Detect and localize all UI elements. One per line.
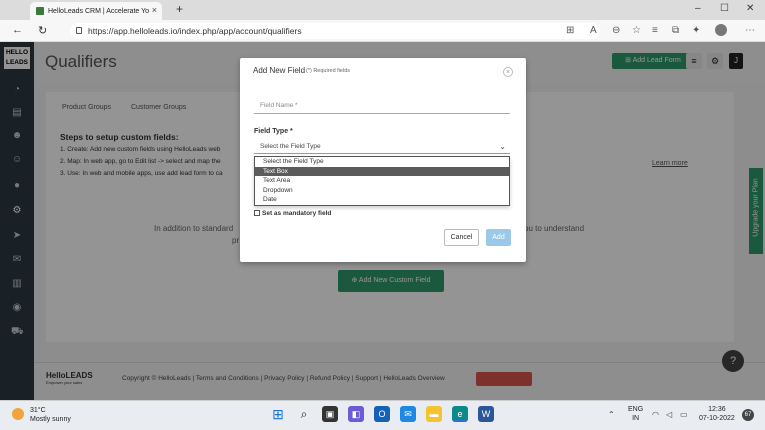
extensions-icon[interactable]: ✦ — [692, 25, 700, 36]
profile-avatar[interactable] — [715, 24, 727, 36]
lang-code: ENG — [628, 406, 644, 413]
cancel-button[interactable]: Cancel — [444, 229, 479, 246]
url-field[interactable]: https://app.helloleads.io/index.php/app/… — [70, 23, 600, 39]
mandatory-checkbox-row[interactable]: Set as mandatory field — [254, 210, 331, 217]
start-icon[interactable]: ⊞ — [270, 406, 286, 422]
close-icon[interactable]: × — [503, 67, 513, 77]
sun-icon — [12, 408, 24, 420]
word-icon[interactable]: W — [478, 406, 494, 422]
battery-icon[interactable]: ▭ — [680, 410, 688, 419]
favicon-icon — [36, 7, 44, 15]
field-type-select[interactable]: Select the Field Type ⌄ — [254, 140, 510, 154]
notification-badge[interactable]: 67 — [742, 409, 754, 421]
url-text: https://app.helloleads.io/index.php/app/… — [88, 26, 302, 36]
zoom-icon[interactable]: ⊖ — [612, 25, 620, 36]
option-date[interactable]: Date — [255, 195, 509, 205]
language-indicator[interactable]: ENG IN — [628, 405, 643, 423]
option-text-area[interactable]: Text Area — [255, 176, 509, 186]
more-menu-icon[interactable]: ⋯ — [745, 25, 755, 36]
required-note: (*) Required fields — [306, 68, 351, 74]
wifi-icon[interactable]: ◠ — [652, 410, 659, 419]
back-icon[interactable]: ← — [12, 24, 23, 36]
add-button[interactable]: Add — [486, 229, 511, 246]
clock-date: 07-10-2022 — [699, 415, 735, 422]
chevron-down-icon: ⌄ — [499, 142, 506, 151]
option-placeholder[interactable]: Select the Field Type — [255, 157, 509, 167]
weather-temp: 31°C — [30, 407, 46, 414]
option-text-box[interactable]: Text Box — [255, 166, 509, 176]
close-window-icon[interactable]: ✕ — [746, 3, 754, 14]
teams-icon[interactable]: ◧ — [348, 406, 364, 422]
field-type-label: Field Type * — [254, 128, 293, 135]
read-aloud-icon[interactable]: A — [590, 25, 597, 36]
tab-title: HelloLeads CRM | Accelerate Yo — [48, 7, 150, 15]
outlook-icon[interactable]: O — [374, 406, 390, 422]
field-type-value: Select the Field Type — [260, 143, 321, 150]
mandatory-checkbox[interactable] — [254, 210, 260, 217]
minimize-icon[interactable]: – — [695, 3, 701, 14]
apps-icon[interactable]: ⊞ — [566, 25, 574, 36]
file-explorer-icon[interactable]: ▬ — [426, 406, 442, 422]
close-tab-icon[interactable]: × — [152, 5, 157, 15]
field-name-input[interactable]: Field Name * — [254, 98, 510, 114]
maximize-icon[interactable]: ☐ — [720, 3, 729, 14]
weather-desc: Mostly sunny — [30, 416, 71, 423]
mandatory-label: Set as mandatory field — [262, 210, 332, 217]
chevron-up-icon[interactable]: ⌃ — [608, 410, 615, 419]
modal-title: Add New Field — [253, 66, 306, 75]
clock-time: 12:36 — [708, 406, 726, 413]
task-view-icon[interactable]: ▣ — [322, 406, 338, 422]
search-icon[interactable]: ⌕ — [296, 406, 312, 422]
favorites-bar-icon[interactable]: ≡ — [652, 25, 658, 36]
browser-tab[interactable]: HelloLeads CRM | Accelerate Yo × — [30, 2, 162, 20]
lang-region: IN — [632, 415, 640, 422]
collections-icon[interactable]: ⧉ — [672, 25, 679, 36]
favorite-icon[interactable]: ☆ — [632, 25, 641, 36]
lock-icon — [76, 27, 82, 34]
volume-icon[interactable]: ◁ — [666, 410, 672, 419]
clock[interactable]: 12:36 07-10-2022 — [699, 405, 735, 423]
mail-icon[interactable]: ✉ — [400, 406, 416, 422]
field-type-dropdown: Select the Field Type Text Box Text Area… — [254, 156, 510, 206]
refresh-icon[interactable]: ↻ — [38, 24, 47, 37]
option-dropdown[interactable]: Dropdown — [255, 186, 509, 196]
new-tab-button[interactable]: + — [176, 2, 183, 16]
edge-icon[interactable]: e — [452, 406, 468, 422]
